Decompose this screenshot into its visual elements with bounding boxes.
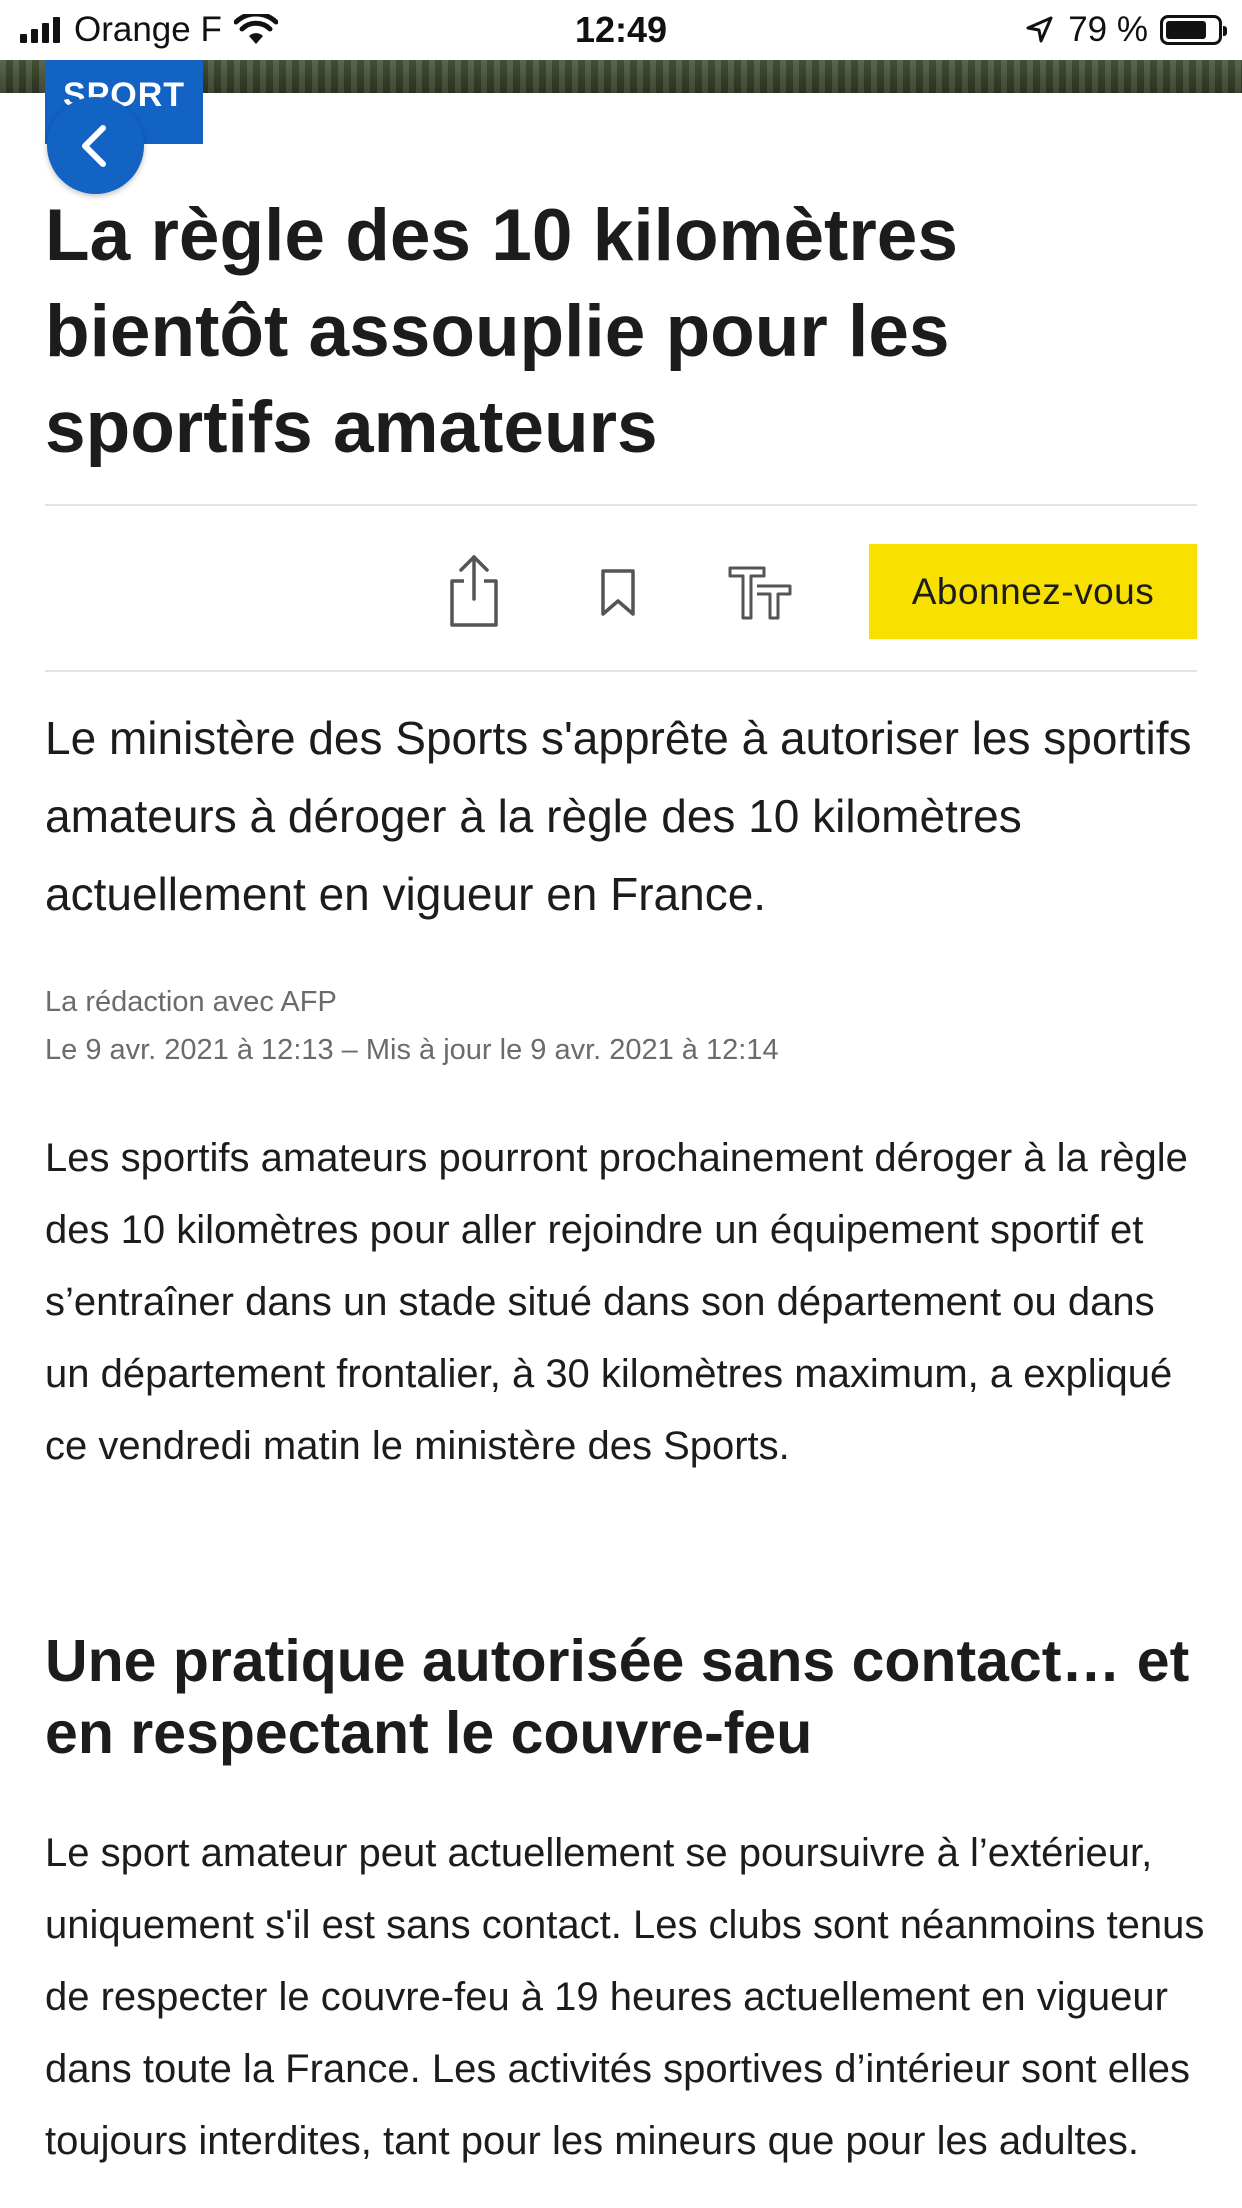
bookmark-icon bbox=[601, 569, 635, 616]
text-size-icon bbox=[728, 566, 792, 620]
battery-icon bbox=[1160, 15, 1227, 45]
battery-cap bbox=[1223, 26, 1227, 36]
battery-level bbox=[1166, 21, 1206, 39]
text-size-button[interactable] bbox=[724, 560, 796, 626]
chevron-left-icon bbox=[81, 124, 106, 167]
status-right: 79 % bbox=[1024, 8, 1227, 52]
status-bar: Orange F 12:49 79 % bbox=[0, 0, 1242, 60]
bookmark-button[interactable] bbox=[590, 560, 646, 626]
article-author: La rédaction avec AFP bbox=[45, 986, 337, 1018]
divider-bottom bbox=[45, 670, 1197, 672]
share-button[interactable] bbox=[440, 548, 508, 634]
share-icon bbox=[450, 555, 498, 627]
back-button[interactable] bbox=[47, 97, 144, 194]
article-title: La règle des 10 kilomètres bientôt assou… bbox=[45, 195, 958, 468]
battery-percentage: 79 % bbox=[1068, 10, 1148, 49]
location-arrow-icon bbox=[1026, 16, 1053, 43]
article-dates: Le 9 avr. 2021 à 12:13 – Mis à jour le 9… bbox=[45, 1034, 779, 1066]
divider-top bbox=[45, 504, 1197, 506]
article-paragraph-1: Les sportifs amateurs pourront prochaine… bbox=[45, 1136, 1188, 1468]
article-paragraph-2: Le sport amateur peut actuellement se po… bbox=[45, 1831, 1205, 2163]
subscribe-button[interactable]: Abonnez-vous bbox=[869, 544, 1197, 639]
article-lead: Le ministère des Sports s'apprête à auto… bbox=[45, 712, 1192, 920]
article-subheading: Une pratique autorisée sans contact… et … bbox=[45, 1628, 1190, 1766]
